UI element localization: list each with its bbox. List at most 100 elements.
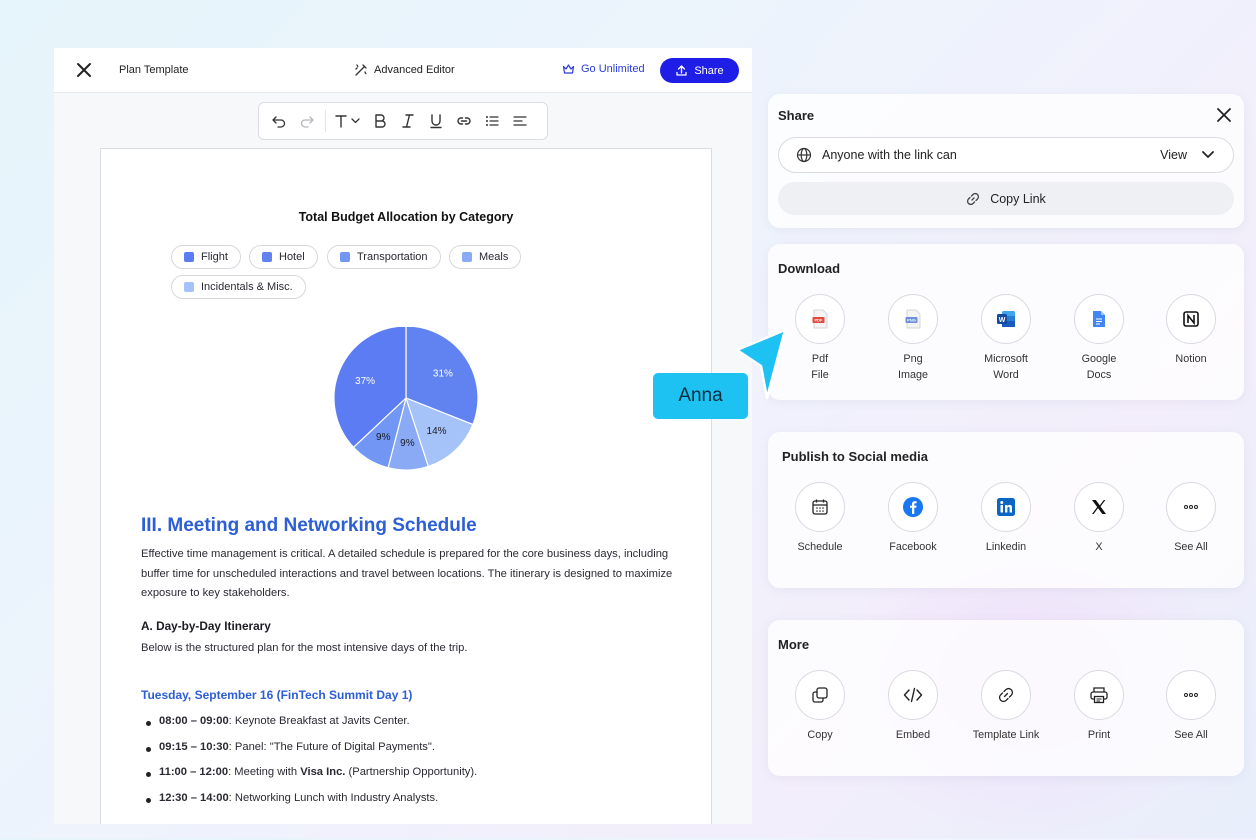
legend-item-flight: Flight [171,245,241,269]
download-notion-button[interactable]: Notion [1141,294,1241,367]
redo-button[interactable] [293,103,321,139]
more-template-link-circle [981,670,1031,720]
social-see-all-circle [1166,482,1216,532]
google-docs-icon [1093,311,1105,327]
download-google-docs-button[interactable]: Google Docs [1049,294,1149,383]
schedule-text: : Keynote Breakfast at Javits Center. [228,715,410,727]
list-button[interactable] [478,103,506,139]
more-label: See All [1174,729,1208,741]
share-label: Share [694,64,724,77]
png-icon: PNG [905,309,921,329]
pie-slice-label: 37% [355,376,375,387]
download-label-line2: Docs [1086,369,1112,381]
social-x-button[interactable]: X [1049,482,1149,555]
advanced-editor-label: Advanced Editor [374,64,455,76]
link-access-select[interactable]: Anyone with the link can View [778,137,1234,173]
document-title: Plan Template [119,64,189,76]
format-toolbar [258,102,548,140]
close-icon[interactable] [74,60,94,80]
download-label: Google Docs [1049,351,1149,383]
legend-item-transportation: Transportation [327,245,441,269]
schedule-text: : Panel: "The Future of Digital Payments… [228,740,435,753]
more-see-all-button[interactable]: See All [1141,670,1241,743]
calendar-icon [812,499,828,515]
download-label-line1: Png [903,353,923,365]
more-embed-button[interactable]: Embed [863,670,963,743]
schedule-text: : Meeting with [228,766,301,778]
more-icon [1184,693,1198,697]
more-copy-button[interactable]: Copy [770,670,870,743]
download-panel-title: Download [778,261,841,276]
download-label: Microsoft Word [956,351,1056,383]
access-value: View [1160,148,1187,162]
more-label: Embed [895,729,931,741]
embed-icon [903,687,923,703]
social-label: Facebook [889,541,937,553]
legend-swatch [184,252,194,262]
align-button[interactable] [506,103,534,139]
legend-item-meals: Meals [449,245,522,269]
download-label-line2: File [811,369,829,381]
schedule-bold: Visa Inc. [300,766,346,778]
link-button[interactable] [450,103,478,139]
social-linkedin-circle [981,482,1031,532]
schedule-time: 12:30 – 14:00 [159,791,229,804]
download-png-button[interactable]: PNG Png Image [863,294,963,383]
legend-label: Meals [479,251,509,263]
go-unlimited-button[interactable]: Go Unlimited [562,63,645,75]
underline-button[interactable] [422,103,450,139]
undo-button[interactable] [265,103,293,139]
notion-icon [1183,311,1199,327]
more-print-button[interactable]: Print [1049,670,1149,743]
collaborator-label: Anna [653,373,748,419]
editor-window: Plan Template Advanced Editor Go Unlimit… [54,48,752,824]
upload-icon [676,65,687,76]
more-panel-title: More [778,637,810,652]
link-icon [457,117,471,125]
download-label-line1: Notion [1175,353,1207,365]
list-icon [486,116,499,126]
schedule-item: 09:15 – 10:30: Panel: "The Future of Dig… [141,741,477,767]
print-icon [1090,687,1108,704]
underline-icon [430,114,442,129]
word-icon: W [997,311,1015,327]
pdf-icon: PDF [812,309,828,329]
social-facebook-button[interactable]: Facebook [863,482,963,555]
copy-link-button[interactable]: Copy Link [778,182,1234,215]
pie-chart: 31% 14% 9% 9% 37% [333,327,479,471]
x-icon [1092,500,1106,514]
italic-button[interactable] [394,103,422,139]
download-label-line2: Word [993,369,1019,381]
text-style-button[interactable] [330,103,366,139]
copy-icon [812,687,828,703]
share-button[interactable]: Share [660,58,739,83]
more-copy-circle [795,670,845,720]
access-text: Anyone with the link can [822,148,957,162]
close-icon[interactable] [1216,107,1232,123]
redo-icon [300,116,314,128]
download-word-button[interactable]: W Microsoft Word [956,294,1056,383]
more-print-circle [1074,670,1124,720]
legend-label: Transportation [357,251,428,263]
social-schedule-button[interactable]: Schedule [770,482,870,555]
legend-label: Flight [201,251,228,263]
globe-icon [796,147,812,163]
linkedin-icon [997,498,1015,516]
social-x-circle [1074,482,1124,532]
document-page[interactable]: Total Budget Allocation by Category Flig… [100,148,712,824]
schedule-item: 11:00 – 12:00: Meeting with Visa Inc. (P… [141,766,477,792]
bold-button[interactable] [366,103,394,139]
download-label-line1: Pdf [811,353,829,365]
legend-swatch [340,252,350,262]
social-see-all-button[interactable]: See All [1141,482,1241,555]
day-heading: Tuesday, September 16 (FinTech Summit Da… [141,688,413,702]
legend-label: Incidentals & Misc. [201,281,293,293]
more-label: Print [1087,729,1111,741]
social-linkedin-button[interactable]: Linkedin [956,482,1056,555]
align-left-icon [513,116,527,126]
social-schedule-circle [795,482,845,532]
legend-swatch [184,282,194,292]
advanced-editor-button[interactable]: Advanced Editor [354,63,455,77]
section-heading: III. Meeting and Networking Schedule [141,515,477,536]
more-template-link-button[interactable]: Template Link [956,670,1056,743]
